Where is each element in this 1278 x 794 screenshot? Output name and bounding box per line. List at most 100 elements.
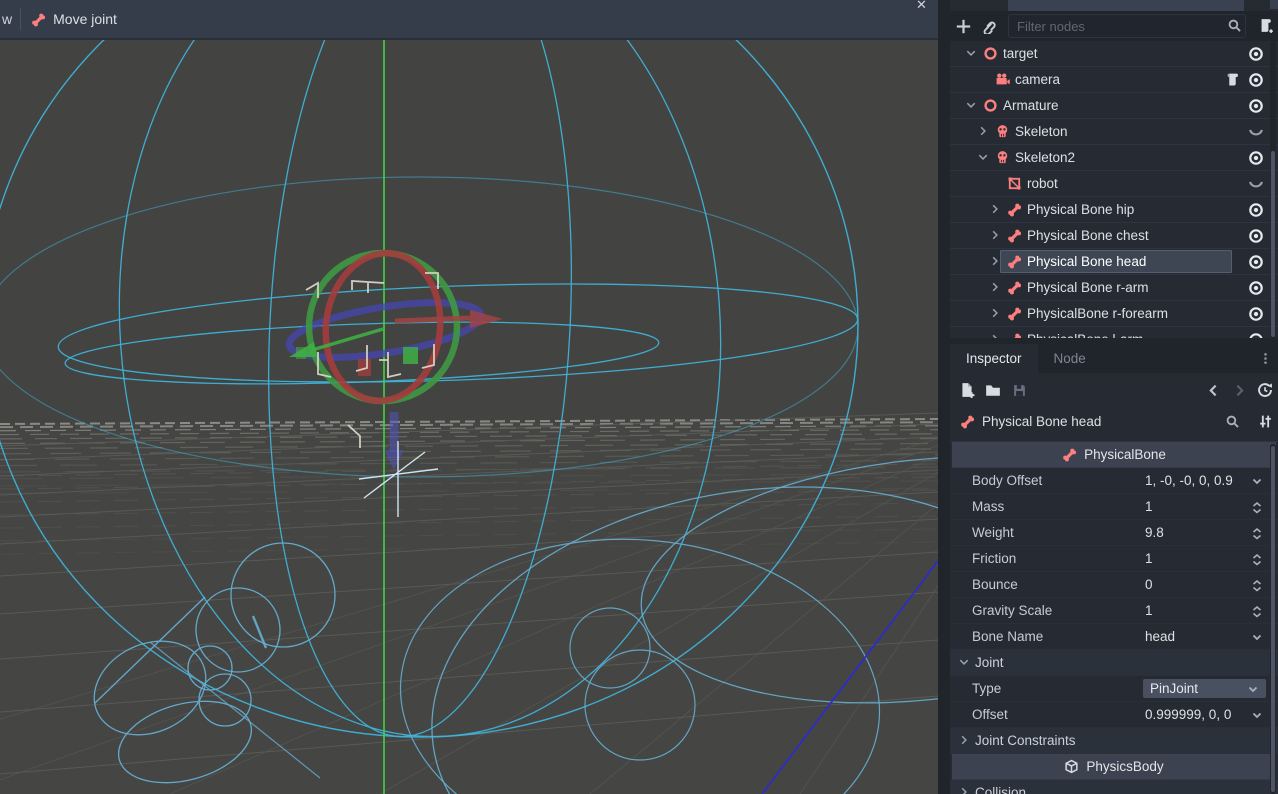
property-row-weight[interactable]: Weight9.8 — [950, 520, 1278, 546]
visibility-on-icon[interactable] — [1248, 150, 1264, 166]
scene-tree-row[interactable]: Physical Bone r-arm — [950, 275, 1278, 301]
collapse-arrow-icon[interactable] — [977, 151, 990, 164]
gizmo-x-arrowhead[interactable] — [470, 310, 503, 328]
property-row-bounce[interactable]: Bounce0 — [950, 572, 1278, 598]
visibility-on-icon[interactable] — [1248, 98, 1264, 114]
property-row-type[interactable]: TypePinJoint — [950, 676, 1278, 702]
instance-scene-button[interactable] — [976, 14, 1002, 38]
scene-tree-row[interactable]: Physical Bone head — [950, 249, 1278, 275]
gizmo-y-ring[interactable] — [309, 253, 457, 401]
chevron-down-icon[interactable] — [1250, 708, 1264, 722]
scene-tree-row[interactable]: PhysicalBone r-forearm — [950, 301, 1278, 327]
new-resource-button[interactable] — [954, 378, 980, 402]
dropdown-value: PinJoint — [1150, 681, 1198, 696]
visibility-on-icon[interactable] — [1248, 46, 1264, 62]
visibility-off-icon[interactable] — [1248, 176, 1264, 192]
history-forward-button[interactable] — [1226, 378, 1252, 402]
expand-arrow-icon[interactable] — [958, 734, 971, 747]
property-row-friction[interactable]: Friction1 — [950, 546, 1278, 572]
save-resource-button[interactable] — [1006, 378, 1032, 402]
visibility-on-icon[interactable] — [1248, 280, 1264, 296]
visibility-on-icon[interactable] — [1248, 306, 1264, 322]
scene-tree-row[interactable]: Skeleton2 — [950, 145, 1278, 171]
collapse-arrow-icon[interactable] — [965, 47, 978, 60]
expand-arrow-icon[interactable] — [977, 125, 990, 138]
property-row-gravity-scale[interactable]: Gravity Scale1 — [950, 598, 1278, 624]
property-value[interactable]: 1 — [1145, 603, 1153, 618]
expand-arrow-icon[interactable] — [989, 307, 1002, 320]
property-value[interactable]: 1 — [1145, 551, 1153, 566]
spinner-icon[interactable] — [1250, 578, 1264, 593]
expand-arrow-icon[interactable] — [989, 203, 1002, 216]
chevron-down-icon[interactable] — [1250, 474, 1264, 488]
gizmo-plane-handle-green2[interactable] — [296, 347, 306, 359]
kebab-menu-icon[interactable] — [1259, 350, 1272, 367]
property-row-offset[interactable]: Offset0.999999, 0, 0 — [950, 702, 1278, 728]
object-history-button[interactable] — [1252, 378, 1278, 402]
visibility-on-icon[interactable] — [1248, 254, 1264, 270]
property-value[interactable]: head — [1145, 629, 1175, 644]
tab-node[interactable]: Node — [1038, 344, 1102, 373]
section-header-physicalbone[interactable]: PhysicalBone — [952, 442, 1276, 468]
add-node-button[interactable] — [950, 14, 976, 38]
3d-viewport[interactable]: w Move joint ✕ — [0, 0, 938, 794]
node-label: PhysicalBone l-arm — [1027, 332, 1143, 338]
visibility-on-icon[interactable] — [1248, 202, 1264, 218]
visibility-on-icon[interactable] — [1248, 332, 1264, 339]
scene-tree-scrollbar[interactable] — [1270, 41, 1276, 338]
visibility-on-icon[interactable] — [1248, 228, 1264, 244]
property-value[interactable]: 0 — [1145, 577, 1153, 592]
partial-close-icon[interactable]: ✕ — [916, 0, 938, 9]
row-buttons — [1248, 228, 1264, 244]
spinner-icon[interactable] — [1250, 500, 1264, 515]
node-cell: camera — [950, 72, 1060, 87]
scene-tree-row[interactable]: Physical Bone chest — [950, 223, 1278, 249]
property-value[interactable]: 0.999999, 0, 0 — [1145, 707, 1231, 722]
gizmo-x-arrow[interactable] — [395, 318, 470, 321]
collapse-arrow-icon[interactable] — [958, 656, 971, 669]
expand-arrow-icon[interactable] — [989, 281, 1002, 294]
script-icon[interactable] — [1225, 72, 1240, 87]
expand-arrow-icon[interactable] — [958, 786, 971, 794]
history-back-button[interactable] — [1200, 378, 1226, 402]
scene-tree-row[interactable]: camera — [950, 67, 1278, 93]
group-row-joint-constraints[interactable]: Joint Constraints — [950, 728, 1278, 754]
section-header-physicsbody[interactable]: PhysicsBody — [952, 754, 1276, 780]
scene-tree-row[interactable]: Skeleton — [950, 119, 1278, 145]
scene-tree-row[interactable]: robot — [950, 171, 1278, 197]
spinner-icon[interactable] — [1250, 526, 1264, 541]
property-row-mass[interactable]: Mass1 — [950, 494, 1278, 520]
property-value[interactable]: 9.8 — [1145, 525, 1164, 540]
scene-tree-row[interactable]: Physical Bone hip — [950, 197, 1278, 223]
node-label: Physical Bone r-arm — [1027, 280, 1149, 295]
property-row-bone-name[interactable]: Bone Namehead — [950, 624, 1278, 650]
expand-arrow-icon[interactable] — [989, 255, 1002, 268]
expand-arrow-icon[interactable] — [989, 333, 1002, 338]
scene-tree-row[interactable]: target — [950, 41, 1278, 67]
group-row-collision[interactable]: Collision — [950, 780, 1278, 794]
chevron-down-icon[interactable] — [1250, 630, 1264, 644]
partial-menu-label[interactable]: w — [2, 11, 12, 27]
property-value[interactable]: 1, -0, -0, 0, 0.9 — [1145, 473, 1233, 488]
spinner-icon[interactable] — [1250, 604, 1264, 619]
attach-script-button[interactable] — [1252, 14, 1278, 38]
gizmo-plane-handle-green[interactable] — [403, 347, 418, 364]
property-row-body-offset[interactable]: Body Offset1, -0, -0, 0, 0.9 — [950, 468, 1278, 494]
visibility-on-icon[interactable] — [1248, 72, 1264, 88]
scene-tree-row[interactable]: PhysicalBone l-arm — [950, 327, 1278, 338]
spinner-icon[interactable] — [1250, 552, 1264, 567]
scene-tree-row[interactable]: Armature — [950, 93, 1278, 119]
inspector-scrollbar[interactable] — [1270, 444, 1276, 794]
property-value[interactable]: 1 — [1145, 499, 1153, 514]
gizmo-plane-handle-red[interactable] — [358, 359, 371, 376]
search-properties-button[interactable] — [1219, 409, 1245, 433]
load-resource-button[interactable] — [980, 378, 1006, 402]
expand-arrow-icon[interactable] — [989, 229, 1002, 242]
dropdown-type[interactable]: PinJoint — [1143, 679, 1266, 698]
tab-inspector[interactable]: Inspector — [950, 344, 1038, 373]
visibility-off-icon[interactable] — [1248, 124, 1264, 140]
group-row-joint[interactable]: Joint — [950, 650, 1278, 676]
collapse-arrow-icon[interactable] — [965, 99, 978, 112]
filter-nodes-input[interactable] — [1008, 14, 1246, 38]
property-tools-button[interactable] — [1252, 409, 1278, 433]
